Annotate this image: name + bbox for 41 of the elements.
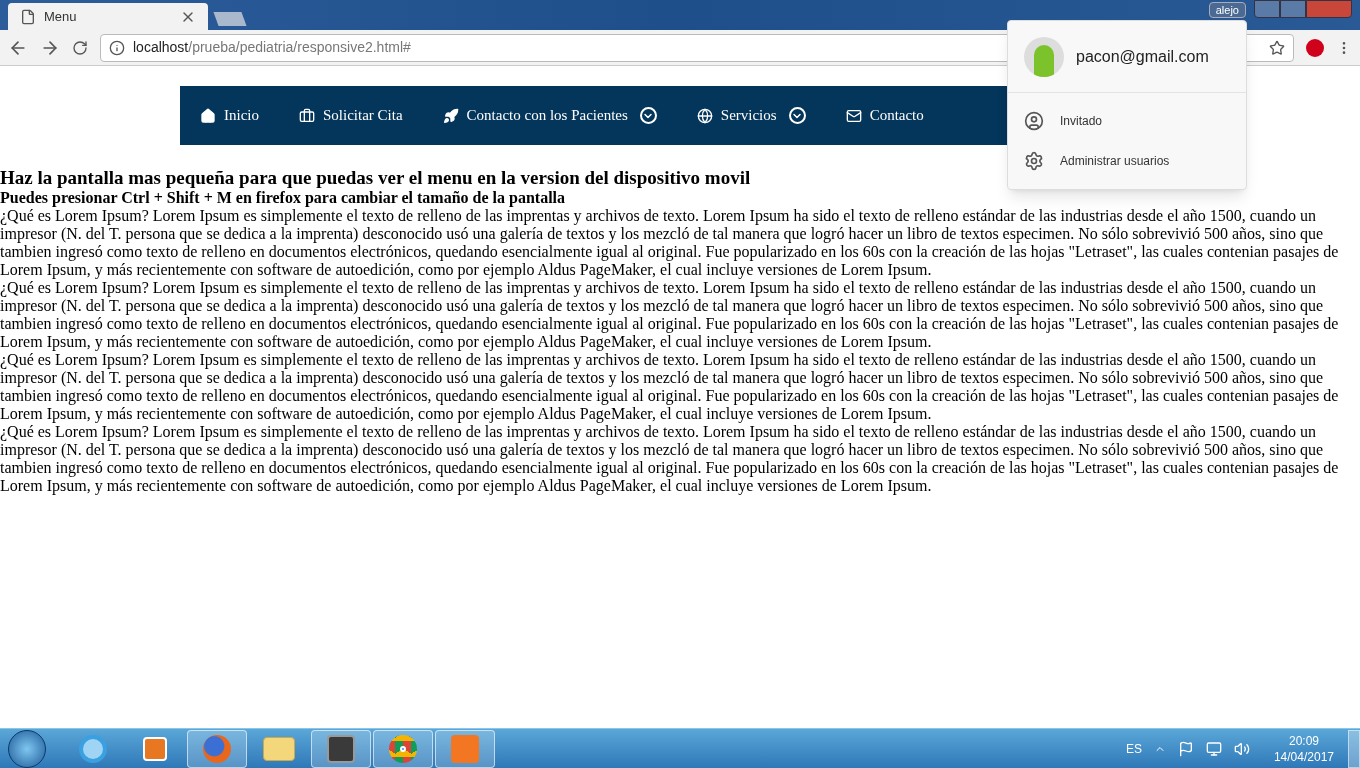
- tab-title: Menu: [44, 7, 78, 26]
- nav-item[interactable]: Contacto: [845, 104, 924, 127]
- briefcase-icon: [299, 107, 315, 124]
- speaker-icon[interactable]: [1233, 740, 1250, 757]
- maximize-button[interactable]: [1280, 0, 1306, 18]
- nav-item[interactable]: Inicio: [200, 104, 259, 127]
- new-tab-button[interactable]: [213, 12, 247, 26]
- settings-icon: [1024, 151, 1044, 171]
- nav-item[interactable]: Servicios: [696, 104, 806, 127]
- page-subheading: Puedes presionar Ctrl + Shift + M en firefox para cambiar el tamaño de la pantalla: [0, 188, 567, 207]
- folder-icon: [263, 736, 295, 761]
- start-button[interactable]: [8, 729, 46, 768]
- person-icon: [1024, 111, 1044, 131]
- body-paragraph: ¿Qué es Lorem Ipsum? Lorem Ipsum es simplemente el texto de relleno de las imprentas y archivos de texto. Lorem Ipsum ha sido el texto de relleno estándar de las industrias desde el año 1500, cuando un impresor (N. del T. persona que se dedica a la imprenta) desconocido usó una galería de textos y los mezcló de tal manera que logró hacer un libro de textos especimen. No sólo sobrevivió 500 años, sino que tambien ingresó como texto de relleno en documentos electrónicos, quedando esencialmente igual al original. Fue popularizado en los 60s con la creación de las hojas "Letraset", las cuales contenian pasajes de Lorem Ipsum, y más recientemente con software de autoedición, como por ejemplo Aldus PageMaker, el cual incluye versiones de Lorem Ipsum.: [0, 423, 1340, 495]
- browser-tab[interactable]: Menu: [8, 3, 208, 30]
- avatar-silhouette-icon: [1024, 36, 1064, 77]
- show-desktop-button[interactable]: [1348, 729, 1360, 768]
- info-icon: [109, 39, 125, 56]
- close-button[interactable]: [1306, 0, 1352, 18]
- profile-menu-item[interactable]: Invitado: [1008, 101, 1246, 141]
- body-paragraph: ¿Qué es Lorem Ipsum? Lorem Ipsum es simplemente el texto de relleno de las imprentas y archivos de texto. Lorem Ipsum ha sido el texto de relleno estándar de las industrias desde el año 1500, cuando un impresor (N. del T. persona que se dedica a la imprenta) desconocido usó una galería de textos y los mezcló de tal manera que logró hacer un libro de textos especimen. No sólo sobrevivió 500 años, sino que tambien ingresó como texto de relleno en documentos electrónicos, quedando esencialmente igual al original. Fue popularizado en los 60s con la creación de las hojas "Letraset", las cuales contenian pasajes de Lorem Ipsum, y más recientemente con software de autoedición, como por ejemplo Aldus PageMaker, el cual incluye versiones de Lorem Ipsum.: [0, 207, 1340, 279]
- network-icon[interactable]: [1205, 740, 1222, 757]
- minimize-button[interactable]: [1254, 0, 1280, 18]
- nav-item[interactable]: Solicitar Cita: [299, 104, 403, 127]
- profile-menu-item[interactable]: Administrar usuarios: [1008, 141, 1246, 181]
- nav-item[interactable]: Contacto con los Pacientes: [442, 104, 657, 127]
- star-icon[interactable]: [1269, 39, 1285, 56]
- profile-button[interactable]: alejo: [1208, 2, 1246, 18]
- globe-icon: [696, 107, 713, 124]
- taskbar-app-button[interactable]: [311, 729, 371, 768]
- page-heading: Haz la pantalla mas pequeña para que puedas ver el menu en la version del dispositivo movil: [0, 167, 752, 188]
- rocket-icon: [442, 107, 459, 124]
- page-icon: [20, 8, 36, 25]
- home-icon: [200, 107, 216, 124]
- body-paragraph: ¿Qué es Lorem Ipsum? Lorem Ipsum es simplemente el texto de relleno de las imprentas y archivos de texto. Lorem Ipsum ha sido el texto de relleno estándar de las industrias desde el año 1500, cuando un impresor (N. del T. persona que se dedica a la imprenta) desconocido usó una galería de textos y los mezcló de tal manera que logró hacer un libro de textos especimen. No sólo sobrevivió 500 años, sino que tambien ingresó como texto de relleno en documentos electrónicos, quedando esencialmente igual al original. Fue popularizado en los 60s con la creación de las hojas "Letraset", las cuales contenian pasajes de Lorem Ipsum, y más recientemente con software de autoedición, como por ejemplo Aldus PageMaker, el cual incluye versiones de Lorem Ipsum.: [0, 351, 1340, 423]
- body-paragraph: ¿Qué es Lorem Ipsum? Lorem Ipsum es simplemente el texto de relleno de las imprentas y archivos de texto. Lorem Ipsum ha sido el texto de relleno estándar de las industrias desde el año 1500, cuando un impresor (N. del T. persona que se dedica a la imprenta) desconocido usó una galería de textos y los mezcló de tal manera que logró hacer un libro de textos especimen. No sólo sobrevivió 500 años, sino que tambien ingresó como texto de relleno en documentos electrónicos, quedando esencialmente igual al original. Fue popularizado en los 60s con la creación de las hojas "Letraset", las cuales contenian pasajes de Lorem Ipsum, y más recientemente con software de autoedición, como por ejemplo Aldus PageMaker, el cual incluye versiones de Lorem Ipsum.: [0, 279, 1340, 351]
- reload-icon[interactable]: [72, 39, 88, 56]
- flag-icon[interactable]: [1177, 740, 1194, 757]
- envelope-icon: [845, 107, 862, 124]
- url-text: localhost/prueba/pediatria/responsive2.html#: [133, 38, 411, 57]
- clock[interactable]: 20:09 14/04/2017: [1273, 732, 1334, 765]
